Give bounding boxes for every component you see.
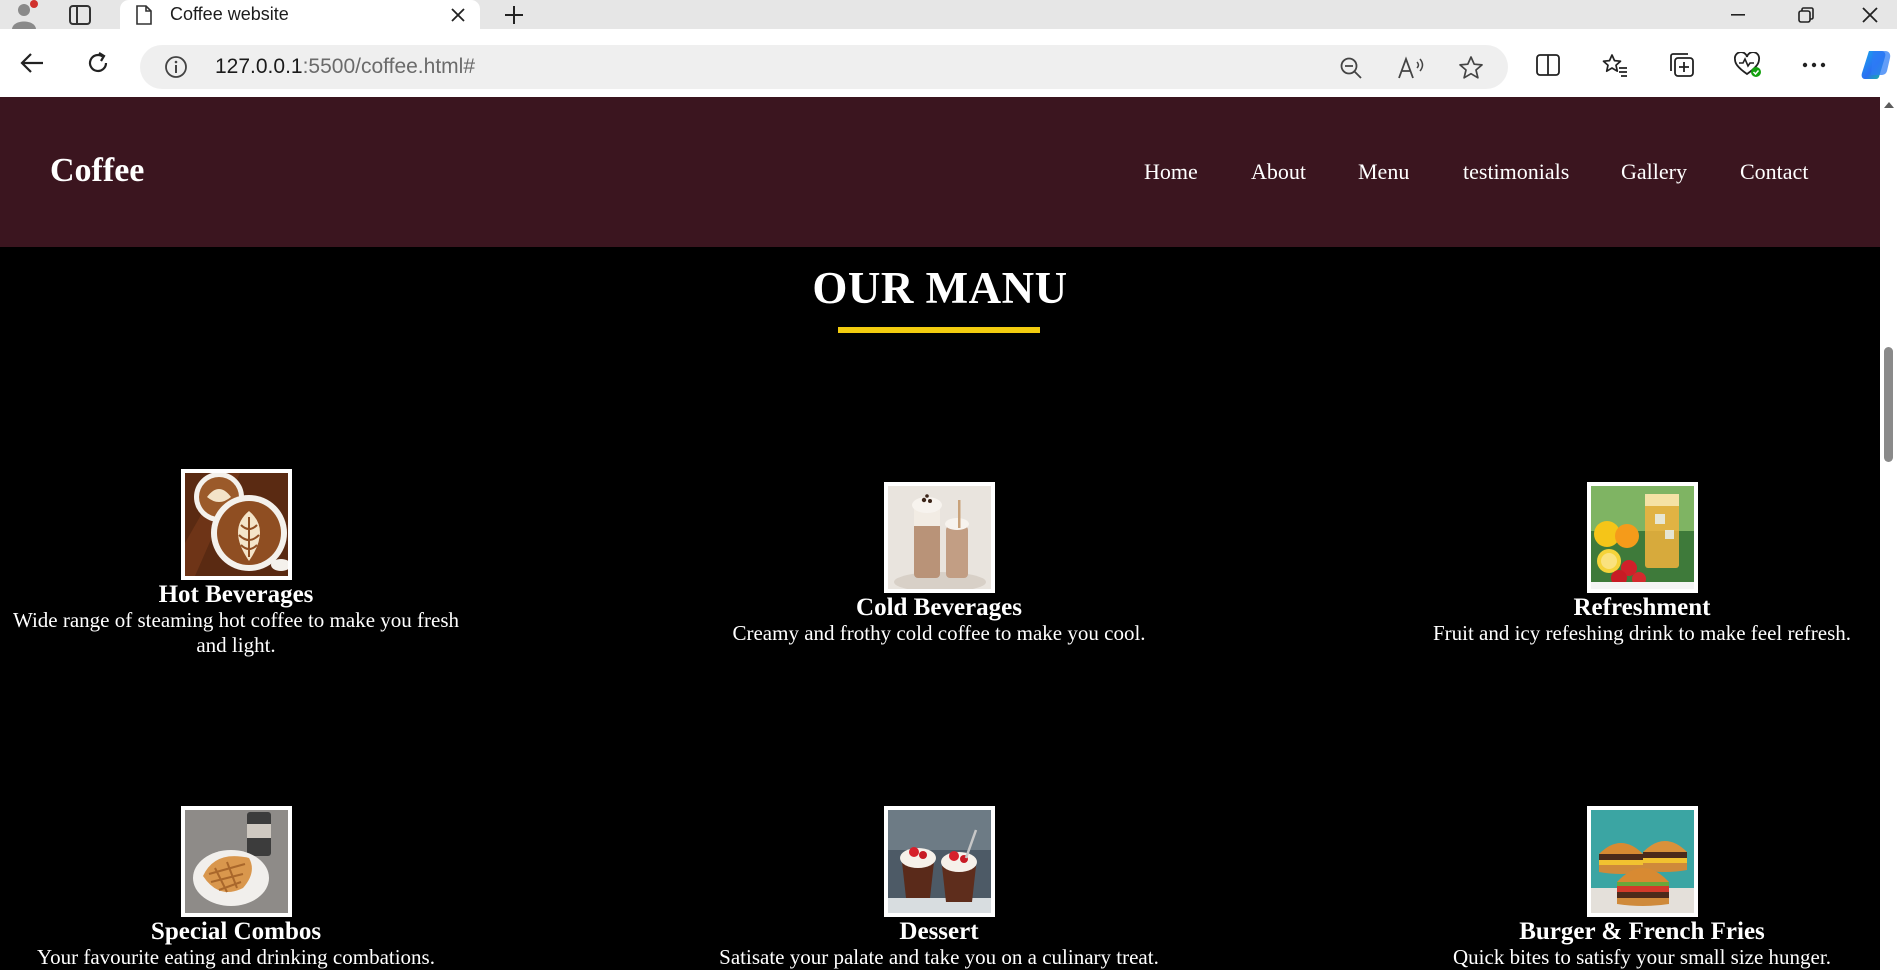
menu-card-cold-beverages[interactable]: Cold Beverages Creamy and frothy cold co…	[699, 482, 1179, 646]
address-bar[interactable]: 127.0.0.1:5500/coffee.html#	[140, 45, 1508, 89]
favorites-icon[interactable]	[1595, 45, 1635, 85]
collections-icon[interactable]	[1662, 45, 1702, 85]
nav-link-testimonials[interactable]: testimonials	[1463, 159, 1569, 185]
tab-actions-icon[interactable]	[60, 0, 100, 29]
card-title: Hot Beverages	[158, 581, 314, 608]
copilot-icon[interactable]	[1856, 45, 1896, 85]
card-title: Dessert	[899, 918, 979, 945]
site-header: Coffee Home About Menu testimonials Gall…	[0, 97, 1880, 247]
menu-card-dessert[interactable]: Dessert Satisate your palate and take yo…	[699, 806, 1179, 970]
profile-icon[interactable]	[4, 0, 44, 29]
nav-link-home[interactable]: Home	[1144, 159, 1198, 185]
url-host: 127.0.0.1	[215, 55, 303, 78]
more-options-icon[interactable]	[1794, 45, 1834, 85]
page-viewport: Coffee Home About Menu testimonials Gall…	[0, 97, 1880, 970]
special-combos-image	[180, 806, 292, 917]
nav-link-gallery[interactable]: Gallery	[1621, 159, 1687, 185]
card-title: Special Combos	[150, 918, 322, 945]
new-tab-icon[interactable]	[494, 0, 534, 29]
card-description: Fruit and icy refeshing drink to make fe…	[1432, 621, 1852, 645]
page-icon	[132, 0, 156, 29]
card-description: Wide range of steaming hot coffee to mak…	[12, 608, 460, 657]
url-text[interactable]: 127.0.0.1:5500/coffee.html#	[215, 55, 475, 79]
tab-close-icon[interactable]	[442, 0, 474, 29]
menu-card-special-combos[interactable]: Special Combos Your favourite eating and…	[0, 806, 476, 970]
browser-essentials-icon[interactable]	[1728, 45, 1768, 85]
zoom-out-icon[interactable]	[1336, 53, 1366, 83]
site-info-icon[interactable]	[164, 55, 188, 79]
browser-toolbar: 127.0.0.1:5500/coffee.html#	[0, 29, 1897, 97]
active-tab[interactable]: Coffee website	[120, 0, 480, 29]
read-aloud-icon[interactable]	[1396, 53, 1426, 83]
nav-link-menu[interactable]: Menu	[1358, 159, 1409, 185]
hot-beverages-image	[180, 469, 292, 580]
nav-link-about[interactable]: About	[1251, 159, 1306, 185]
section-title: OUR MANU	[812, 263, 1068, 313]
menu-card-hot-beverages[interactable]: Hot Beverages Wide range of steaming hot…	[0, 469, 476, 658]
burger-fries-image	[1586, 806, 1698, 917]
minimize-icon[interactable]	[1710, 0, 1766, 29]
card-title: Burger & French Fries	[1519, 918, 1765, 945]
restore-icon[interactable]	[1778, 0, 1834, 29]
split-screen-icon[interactable]	[1528, 45, 1568, 85]
menu-card-burger-fries[interactable]: Burger & French Fries Quick bites to sat…	[1402, 806, 1880, 970]
scrollbar-thumb[interactable]	[1884, 347, 1893, 462]
favorite-star-icon[interactable]	[1456, 53, 1486, 83]
refresh-icon[interactable]	[78, 45, 118, 81]
close-window-icon[interactable]	[1846, 0, 1894, 29]
card-description: Quick bites to satisfy your small size h…	[1453, 945, 1831, 969]
card-description: Creamy and frothy cold coffee to make yo…	[732, 621, 1146, 645]
url-path: :5500/coffee.html#	[302, 55, 475, 78]
menu-card-refreshment[interactable]: Refreshment Fruit and icy refeshing drin…	[1402, 482, 1880, 646]
tab-title: Coffee website	[170, 4, 289, 24]
nav-link-contact[interactable]: Contact	[1740, 159, 1808, 185]
card-description: Satisate your palate and take you on a c…	[719, 945, 1159, 969]
cold-beverages-image	[883, 482, 995, 593]
card-description: Your favourite eating and drinking comba…	[37, 945, 435, 969]
card-title: Cold Beverages	[856, 594, 1022, 621]
back-icon[interactable]	[12, 45, 52, 81]
site-logo[interactable]: Coffee	[50, 152, 144, 190]
browser-tab-strip: Coffee website	[0, 0, 1897, 29]
title-underline	[838, 327, 1040, 333]
scroll-up-arrow-icon[interactable]	[1884, 102, 1894, 108]
card-title: Refreshment	[1573, 594, 1711, 621]
refreshment-image	[1586, 482, 1698, 593]
dessert-image	[883, 806, 995, 917]
page-scrollbar[interactable]	[1880, 97, 1897, 970]
